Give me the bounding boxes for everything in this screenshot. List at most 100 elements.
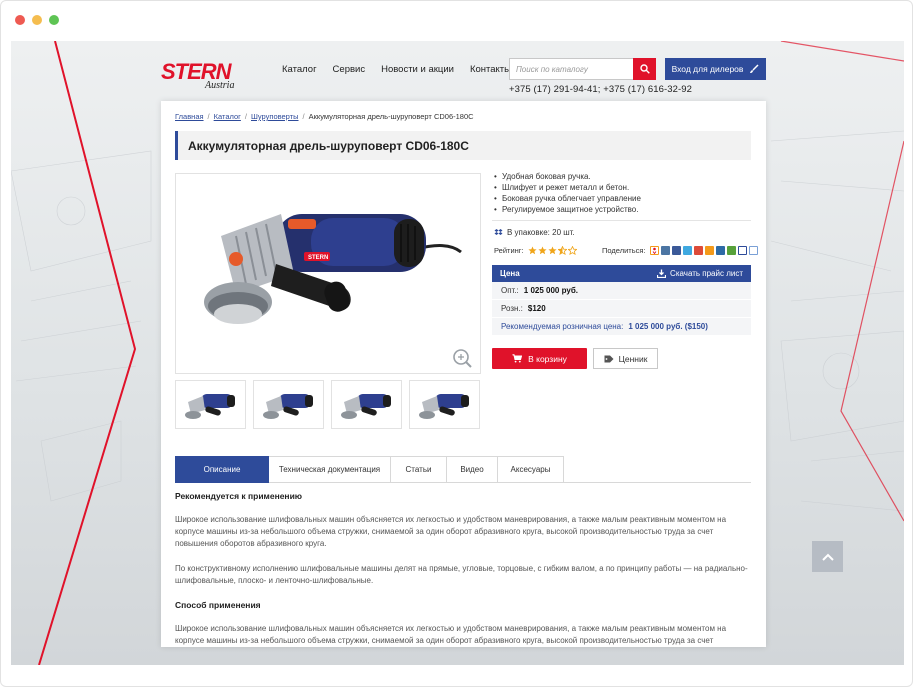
tag-icon [604, 355, 614, 362]
search-box [509, 58, 656, 80]
search-input[interactable] [509, 58, 633, 80]
tab-documentation[interactable]: Техническая документация [269, 456, 391, 483]
feature-item: Удобная боковая ручка. [494, 171, 641, 182]
tab-video[interactable]: Видео [447, 456, 498, 483]
odnoklassniki-icon[interactable] [649, 246, 659, 255]
breadcrumb-home[interactable]: Главная [175, 112, 204, 121]
angle-grinder-image: STERN [204, 214, 472, 368]
star-half-icon[interactable] [557, 246, 567, 255]
nav-news[interactable]: Новости и акции [381, 64, 454, 75]
share-icons [649, 246, 758, 255]
feature-item: Боковая ручка облегчает управление [494, 193, 641, 204]
feature-item: Шлифует и режет металл и бетон. [494, 182, 641, 193]
title-bar: Аккумуляторная дрель-шуруповерт CD06-180… [175, 131, 751, 160]
phone-numbers[interactable]: +375 (17) 291-94-41; +375 (17) 616-32-92 [509, 84, 692, 95]
nav-contacts[interactable]: Контакты [470, 64, 511, 75]
download-pricelist-link[interactable]: Скачать прайс лист [657, 269, 743, 278]
mailru-icon[interactable] [704, 246, 714, 255]
star-full-icon[interactable] [538, 246, 547, 255]
link-icon[interactable] [737, 246, 747, 255]
breadcrumb-separator: / [207, 112, 210, 121]
pack-info: В упаковке: 20 шт. [494, 228, 575, 237]
thumbnail[interactable] [175, 380, 246, 429]
download-pricelist-label: Скачать прайс лист [670, 269, 743, 278]
zoom-icon[interactable] [453, 349, 472, 368]
tab-accessories[interactable]: Аксесуары [498, 456, 564, 483]
usage-paragraph: Широкое использование шлифовальных машин… [175, 624, 727, 645]
star-empty-icon[interactable] [567, 246, 577, 255]
rating-stars[interactable] [528, 246, 577, 255]
search-icon [639, 64, 650, 74]
cart-icon [512, 354, 523, 363]
chevron-up-icon [821, 553, 834, 561]
twitter-icon[interactable] [682, 246, 692, 255]
nav-catalog[interactable]: Каталог [282, 64, 317, 75]
description-paragraph: Широкое использование шлифовальных машин… [175, 515, 727, 548]
rating-label: Рейтинг: [494, 246, 524, 255]
usage-heading: Способ применения [175, 600, 261, 610]
breadcrumb-current: Аккумуляторная дрель-шуруповерт CD06-180… [308, 112, 474, 121]
grinder-thumbnail-icon [185, 393, 235, 419]
evernote-icon[interactable] [726, 246, 736, 255]
dealer-login-label: Вход для дилеров [671, 64, 744, 74]
dealer-login-button[interactable]: Вход для дилеров [665, 58, 766, 80]
price-wholesale-row: Опт.: 1 025 000 руб. [492, 282, 751, 300]
thumbnail[interactable] [409, 380, 480, 429]
scroll-to-top-button[interactable] [812, 541, 843, 572]
minimize-dot[interactable] [32, 15, 42, 25]
brush-icon [750, 64, 759, 73]
price-wholesale-label: Опт.: [501, 286, 519, 295]
main-nav: Каталог Сервис Новости и акции Контакты [282, 64, 511, 75]
dropbox-icon [494, 229, 503, 235]
browser-window: STERN Austria Каталог Сервис Новости и а… [0, 0, 913, 687]
share: Поделиться: [602, 246, 758, 255]
price-retail-row: Розн.: $120 [492, 300, 751, 318]
add-to-cart-button[interactable]: В корзину [492, 348, 587, 369]
price-retail-label: Розн.: [501, 304, 523, 313]
vk-icon[interactable] [660, 246, 670, 255]
divider [492, 220, 751, 221]
product-card: Главная / Каталог / Шуруповерты / Аккуму… [161, 101, 766, 647]
window-controls [15, 15, 59, 25]
star-full-icon[interactable] [548, 246, 557, 255]
svg-text:STERN: STERN [308, 255, 328, 261]
product-tabs: Описание Техническая документация Статьи… [175, 456, 751, 483]
product-main-image[interactable]: STERN [175, 173, 481, 374]
close-dot[interactable] [15, 15, 25, 25]
tab-description[interactable]: Описание [175, 456, 269, 483]
thumbnails [175, 380, 480, 429]
page-viewport: STERN Austria Каталог Сервис Новости и а… [11, 41, 904, 665]
feature-item: Регулируемое защитное устройство. [494, 204, 641, 215]
search-button[interactable] [633, 58, 656, 80]
breadcrumb-separator: / [302, 112, 305, 121]
nav-service[interactable]: Сервис [333, 64, 366, 75]
thumbnail[interactable] [253, 380, 324, 429]
price-box: Цена Скачать прайс лист Опт.: 1 025 000 … [492, 265, 751, 336]
maximize-dot[interactable] [49, 15, 59, 25]
bookmark-icon[interactable] [748, 246, 758, 255]
livejournal-icon[interactable] [715, 246, 725, 255]
rating: Рейтинг: [494, 246, 577, 255]
breadcrumb-catalog[interactable]: Каталог [214, 112, 241, 121]
svg-text:Austria: Austria [204, 80, 234, 89]
description-paragraph: По конструктивному исполнению шлифовальн… [175, 564, 748, 585]
price-tag-button[interactable]: Ценник [593, 348, 658, 369]
share-label: Поделиться: [602, 246, 646, 255]
pack-text: В упаковке: 20 шт. [507, 228, 575, 237]
breadcrumb-screwdrivers[interactable]: Шуруповерты [251, 112, 299, 121]
page-title: Аккумуляторная дрель-шуруповерт CD06-180… [188, 138, 469, 153]
price-recommended-value: 1 025 000 руб. ($150) [628, 322, 708, 331]
add-to-cart-label: В корзину [528, 353, 567, 364]
thumbnail[interactable] [331, 380, 402, 429]
stern-logo[interactable]: STERN Austria [161, 59, 263, 91]
google-plus-icon[interactable] [693, 246, 703, 255]
star-full-icon[interactable] [528, 246, 537, 255]
grinder-thumbnail-icon [419, 393, 469, 419]
tab-articles[interactable]: Статьи [391, 456, 447, 483]
breadcrumb: Главная / Каталог / Шуруповерты / Аккуму… [175, 112, 474, 121]
facebook-icon[interactable] [671, 246, 681, 255]
price-recommended-label: Рекомендуемая розничная цена: [501, 322, 624, 331]
description-heading: Рекомендуется к применению [175, 491, 303, 501]
price-header: Цена Скачать прайс лист [492, 265, 751, 282]
price-tag-label: Ценник [618, 353, 648, 364]
